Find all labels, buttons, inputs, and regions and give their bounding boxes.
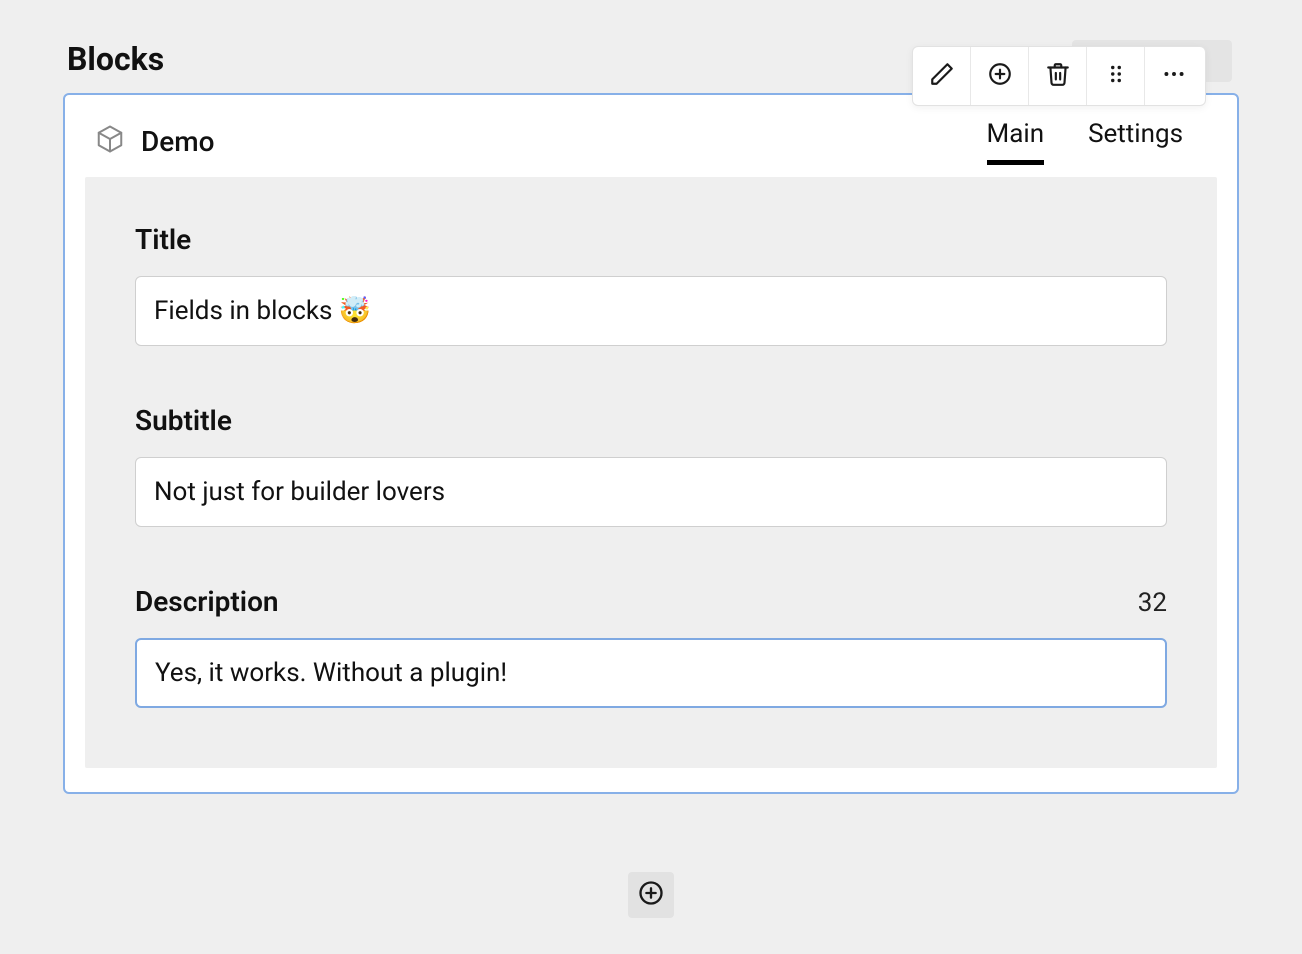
block-body: Title Subtitle Description 32 <box>85 177 1217 768</box>
description-input[interactable] <box>135 638 1167 708</box>
drag-handle-icon <box>1103 61 1129 91</box>
description-char-count: 32 <box>1138 588 1167 618</box>
more-options-button[interactable] <box>1145 47 1203 105</box>
drag-handle-button[interactable] <box>1087 47 1145 105</box>
tab-main[interactable]: Main <box>987 119 1045 163</box>
block-header: Demo Main Settings <box>65 95 1237 177</box>
page-title: Blocks <box>67 40 164 78</box>
more-horizontal-icon <box>1161 61 1187 91</box>
subtitle-input[interactable] <box>135 457 1167 527</box>
block-toolbar <box>912 46 1206 106</box>
cube-icon <box>95 124 125 158</box>
plus-circle-icon <box>637 879 665 911</box>
add-button[interactable] <box>971 47 1029 105</box>
description-label: Description <box>135 585 279 618</box>
block-header-left: Demo <box>95 124 215 158</box>
title-label: Title <box>135 223 191 256</box>
block-tabs: Main Settings <box>987 119 1207 163</box>
edit-button[interactable] <box>913 47 971 105</box>
add-block-button[interactable] <box>628 872 674 918</box>
title-input[interactable] <box>135 276 1167 346</box>
delete-button[interactable] <box>1029 47 1087 105</box>
plus-circle-icon <box>987 61 1013 91</box>
field-group-description: Description 32 <box>135 585 1167 708</box>
field-group-subtitle: Subtitle <box>135 404 1167 527</box>
tab-settings[interactable]: Settings <box>1088 119 1183 163</box>
block-name: Demo <box>141 125 215 158</box>
subtitle-label: Subtitle <box>135 404 232 437</box>
field-group-title: Title <box>135 223 1167 346</box>
pencil-icon <box>929 61 955 91</box>
block-card: Demo Main Settings Title Subtitle Descri… <box>63 93 1239 794</box>
trash-icon <box>1045 61 1071 91</box>
